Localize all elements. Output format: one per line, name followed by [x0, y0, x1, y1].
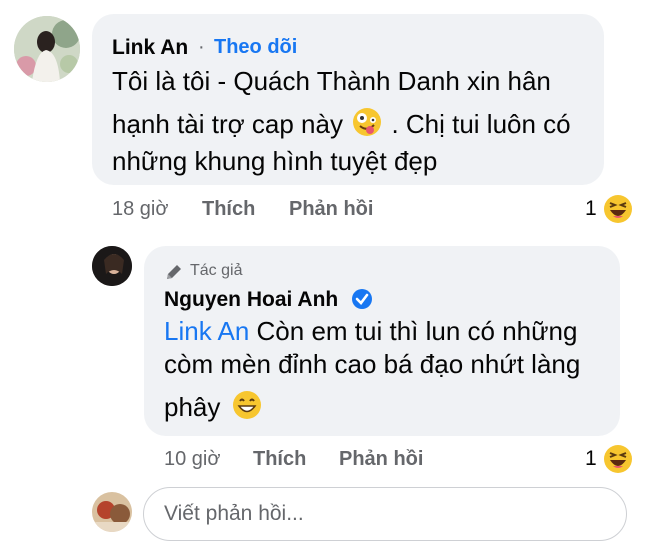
comment-text-line-3: những khung hình tuyệt đẹp	[112, 146, 438, 176]
like-button[interactable]: Thích	[202, 198, 255, 221]
follow-link[interactable]: Theo dõi	[214, 36, 297, 59]
comment-text-part-1: hạnh tài trợ cap này	[112, 109, 343, 139]
comment-time[interactable]: 18 giờ	[112, 198, 168, 221]
current-user-avatar-photo	[92, 492, 132, 532]
comment-text-part-2: . Chị tui luôn có	[391, 109, 571, 139]
reply-input-box[interactable]: Viết phản hồi...	[143, 487, 627, 541]
haha-reaction-icon[interactable]	[603, 444, 633, 474]
reply-avatar[interactable]	[92, 246, 132, 286]
current-user-avatar[interactable]	[92, 492, 132, 532]
reply-input-placeholder: Viết phản hồi...	[164, 502, 304, 525]
reply-text-line-3: phây	[164, 386, 262, 429]
avatar-photo	[14, 16, 80, 82]
reply-reply-button[interactable]: Phản hồi	[339, 448, 423, 471]
reply-text-line-2: còm mèn đỉnh cao bá đạo nhứt làng	[164, 349, 581, 379]
comment-author[interactable]: Link An	[112, 36, 188, 60]
comment-text-line-1: Tôi là tôi - Quách Thành Danh xin hân	[112, 66, 551, 96]
reply-reaction-count[interactable]: 1	[585, 447, 597, 471]
pencil-icon	[167, 265, 181, 279]
reply-like-button[interactable]: Thích	[253, 448, 306, 471]
reply-text-part-1: Còn em tui thì lun có những	[249, 316, 578, 346]
reaction-count[interactable]: 1	[585, 197, 597, 221]
reply-button[interactable]: Phản hồi	[289, 198, 373, 221]
avatar[interactable]	[14, 16, 80, 82]
author-badge: Tác giả	[190, 262, 243, 279]
reply-author[interactable]: Nguyen Hoai Anh	[164, 288, 338, 312]
reply-avatar-photo	[92, 246, 132, 286]
reply-time[interactable]: 10 giờ	[164, 448, 220, 471]
verified-badge-icon	[352, 289, 372, 309]
haha-reaction-icon[interactable]	[603, 194, 633, 224]
mention-link[interactable]: Link An	[164, 316, 249, 346]
reply-text-part-3: phây	[164, 392, 221, 422]
grinning-face-emoji-icon	[232, 391, 261, 419]
zany-face-emoji-icon	[353, 108, 382, 136]
separator-dot: ·	[198, 36, 205, 58]
